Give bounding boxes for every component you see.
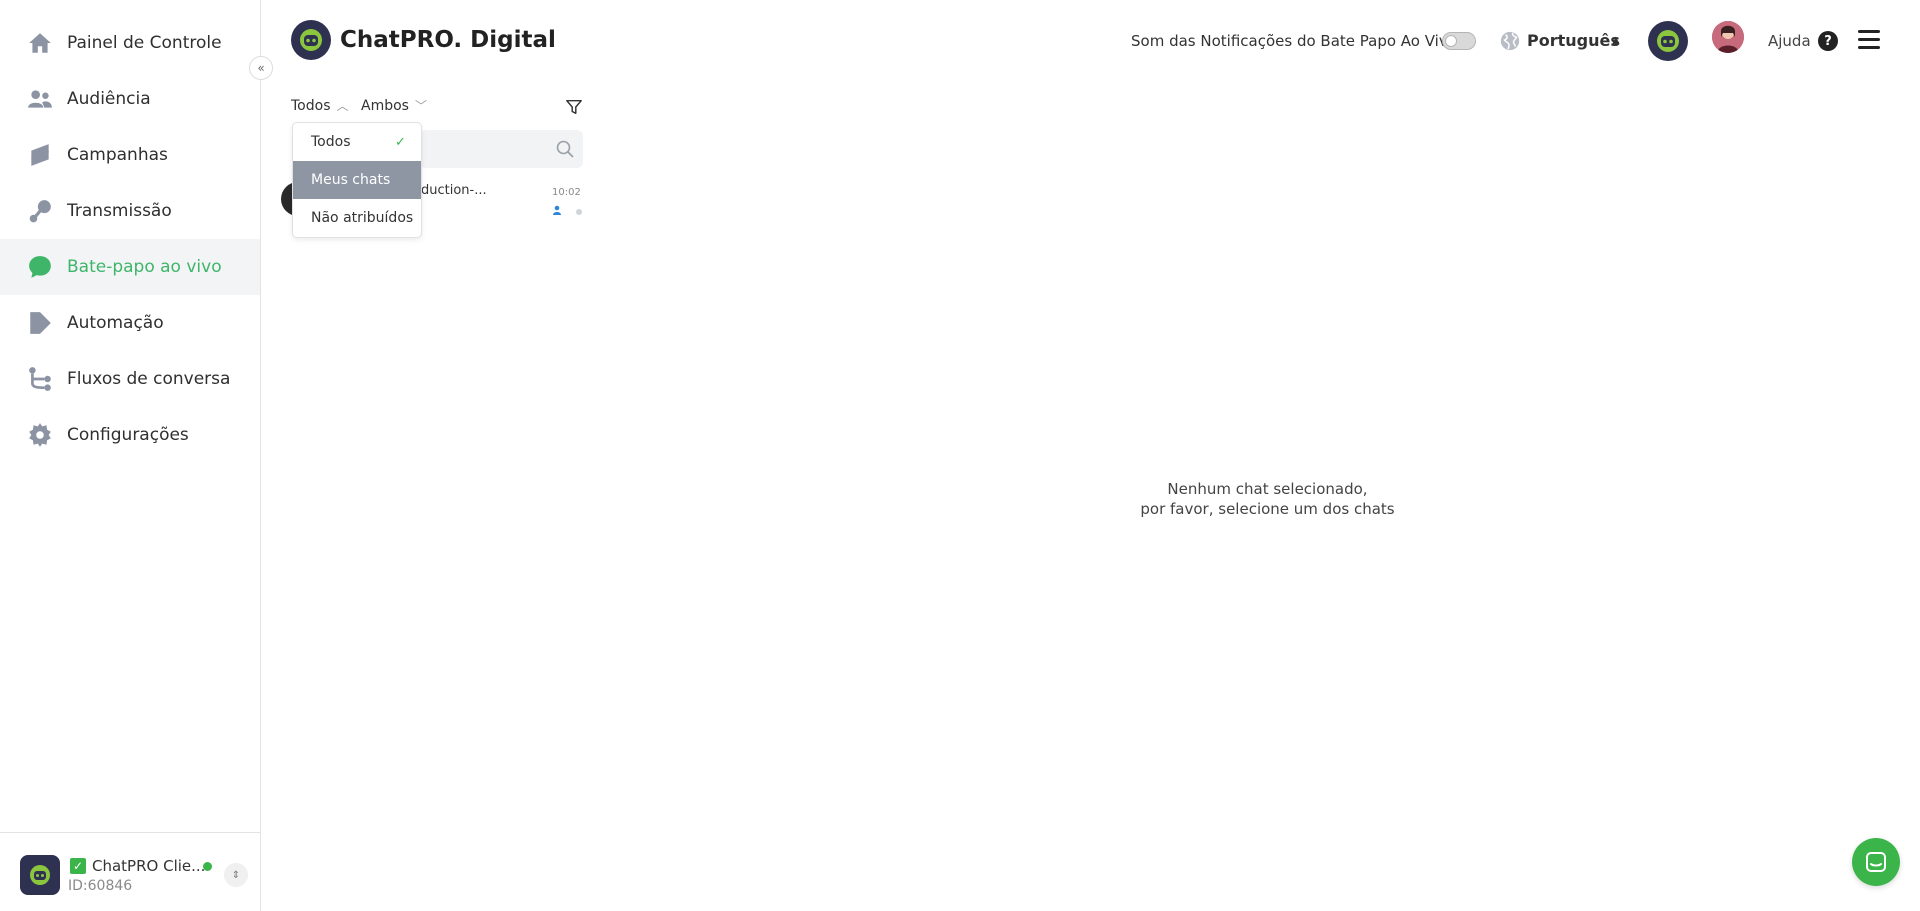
sidebar-item-configuracoes[interactable]: Configurações (0, 407, 260, 463)
sort-arrows-icon[interactable]: ⇕ (224, 863, 248, 887)
chat-search-input[interactable] (420, 130, 550, 168)
hamburger-menu-icon[interactable] (1858, 30, 1880, 50)
sidebar-item-label: Painel de Controle (67, 33, 222, 53)
help-label[interactable]: Ajuda (1768, 32, 1811, 50)
help-icon[interactable]: ? (1818, 31, 1838, 51)
filter-funnel-icon[interactable] (565, 97, 583, 117)
flow-icon (27, 366, 53, 392)
sidebar-item-transmissao[interactable]: Transmissão (0, 183, 260, 239)
brand-title: ChatPRO. Digital (340, 27, 556, 53)
sidebar-item-bate-papo-ao-vivo[interactable]: Bate-papo ao vivo (0, 239, 260, 295)
brand-logo-icon (291, 20, 331, 60)
caret-up-icon: ▲ (1612, 35, 1620, 46)
search-icon[interactable] (555, 139, 575, 159)
sidebar-item-label: Audiência (67, 89, 151, 109)
notification-sound-label: Som das Notificações do Bate Papo Ao Viv… (1131, 32, 1457, 50)
empty-line-1: Nenhum chat selecionado, (1167, 480, 1368, 498)
sidebar-item-fluxos-de-conversa[interactable]: Fluxos de conversa (0, 351, 260, 407)
automation-icon (27, 310, 53, 336)
dropdown-option-label: Todos (311, 134, 351, 150)
dropdown-option-label: Não atribuídos (311, 210, 414, 226)
sidebar-item-label: Bate-papo ao vivo (67, 257, 222, 277)
channel-filter[interactable]: Ambos ﹀ (361, 97, 427, 114)
empty-line-2: por favor, selecione um dos chats (1140, 500, 1395, 518)
notification-sound-toggle[interactable] (1442, 32, 1476, 50)
dropdown-option-label: Meus chats (311, 172, 391, 188)
home-icon (27, 30, 53, 56)
brand: ChatPRO. Digital (291, 20, 556, 60)
sidebar-item-campanhas[interactable]: Campanhas (0, 127, 260, 183)
online-status-icon (203, 862, 212, 871)
sidebar-item-automacao[interactable]: Automação (0, 295, 260, 351)
account-id: ID:60846 (68, 878, 133, 894)
unread-dot-icon (576, 209, 582, 215)
chat-bubble-icon (27, 254, 53, 280)
chevron-down-icon: ﹀ (414, 99, 427, 113)
users-icon (27, 86, 53, 112)
chat-contact-name: duction-... (421, 183, 487, 198)
sidebar-item-painel-de-controle[interactable]: Painel de Controle (0, 15, 260, 71)
check-icon: ✓ (395, 134, 406, 150)
assignment-filter[interactable]: Todos ︿ (291, 97, 349, 114)
sidebar: Painel de Controle Audiência Campanhas T… (0, 0, 261, 911)
sidebar-item-audiencia[interactable]: Audiência (0, 71, 260, 127)
sidebar-item-label: Fluxos de conversa (67, 369, 231, 389)
globe-icon (1500, 31, 1520, 51)
assigned-user-icon (553, 205, 561, 215)
checkmark-icon: ✓ (70, 858, 86, 874)
account-switcher[interactable]: ✓ ChatPRO Clie... ID:60846 ⇕ (0, 832, 260, 911)
bot-avatar-button[interactable] (1648, 21, 1688, 61)
collapse-sidebar-button[interactable]: « (249, 56, 273, 80)
sidebar-item-label: Transmissão (67, 201, 172, 221)
chevron-up-icon: ︿ (336, 99, 349, 113)
assignment-filter-dropdown: Todos ✓ Meus chats Não atribuídos (292, 122, 422, 238)
sidebar-item-label: Campanhas (67, 145, 168, 165)
user-avatar[interactable] (1712, 21, 1744, 53)
assignment-filter-label: Todos (291, 98, 331, 114)
sidebar-item-label: Configurações (67, 425, 189, 445)
app-root: Painel de Controle Audiência Campanhas T… (0, 0, 1920, 911)
gear-icon (27, 422, 53, 448)
account-name: ChatPRO Clie... (92, 857, 206, 875)
sidebar-item-label: Automação (67, 313, 164, 333)
chat-time: 10:02 (552, 187, 581, 198)
no-chat-selected-message: Nenhum chat selecionado, por favor, sele… (1100, 479, 1435, 519)
toggle-knob (1445, 35, 1457, 47)
dropdown-option-meus-chats[interactable]: Meus chats (293, 161, 421, 199)
dropdown-option-nao-atribuidos[interactable]: Não atribuídos (293, 199, 421, 237)
broadcast-icon (27, 198, 53, 224)
account-logo-icon (20, 855, 60, 895)
support-chat-button[interactable] (1852, 838, 1900, 886)
dropdown-option-todos[interactable]: Todos ✓ (293, 123, 421, 161)
channel-filter-label: Ambos (361, 98, 409, 114)
chat-icon (1866, 852, 1886, 872)
campaign-icon (27, 142, 53, 168)
language-selector[interactable]: Português (1527, 31, 1620, 50)
